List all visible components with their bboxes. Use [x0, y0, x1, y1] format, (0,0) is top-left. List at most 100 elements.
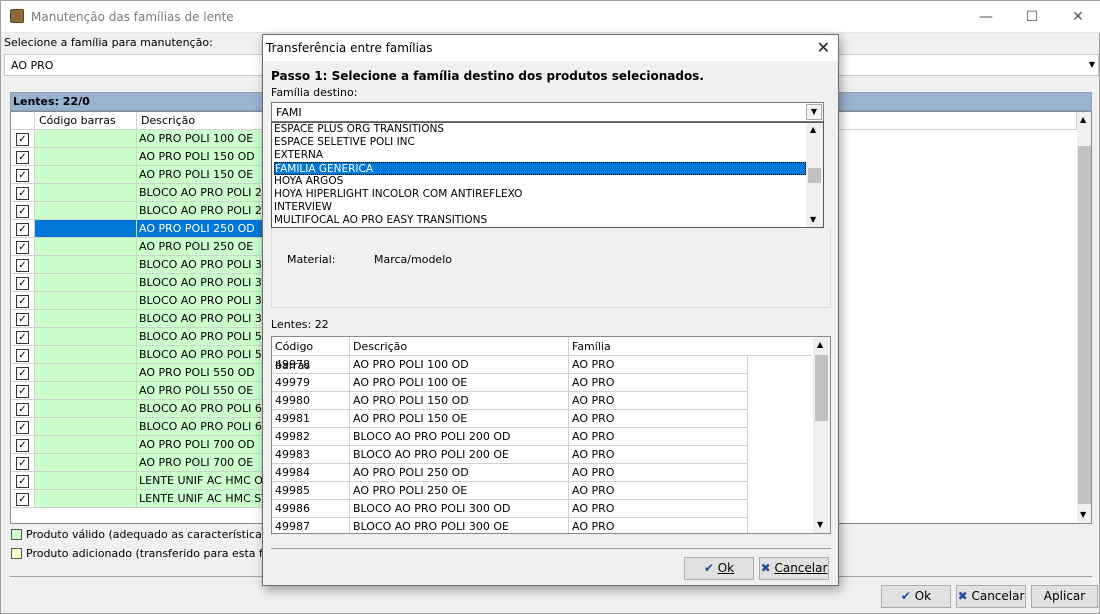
scroll-thumb[interactable]: [808, 168, 821, 183]
row-checkbox[interactable]: ✓: [16, 331, 29, 344]
row-checkbox-cell[interactable]: ✓: [11, 292, 35, 310]
row-checkbox[interactable]: ✓: [16, 367, 29, 380]
row-checkbox-cell[interactable]: ✓: [11, 238, 35, 256]
dgrid-scrollbar[interactable]: ▲ ▼: [813, 337, 830, 533]
row-checkbox-cell[interactable]: ✓: [11, 220, 35, 238]
dgrid-family: AO PRO: [569, 392, 748, 410]
row-checkbox[interactable]: ✓: [16, 385, 29, 398]
row-description: AO PRO POLI 550 OE: [137, 382, 267, 400]
row-checkbox-cell[interactable]: ✓: [11, 256, 35, 274]
minimize-button[interactable]: —: [963, 1, 1009, 33]
dropdown-option[interactable]: EXTERNA: [274, 149, 806, 162]
row-checkbox[interactable]: ✓: [16, 349, 29, 362]
table-row[interactable]: 49982 BLOCO AO PRO POLI 200 OD AO PRO: [272, 428, 748, 446]
dgrid-barcode: 49978: [272, 356, 350, 374]
row-checkbox[interactable]: ✓: [16, 475, 29, 488]
table-row[interactable]: 49985 AO PRO POLI 250 OE AO PRO: [272, 482, 748, 500]
table-row[interactable]: 49979 AO PRO POLI 100 OE AO PRO: [272, 374, 748, 392]
row-checkbox[interactable]: ✓: [16, 439, 29, 452]
row-description: AO PRO POLI 150 OE: [137, 166, 267, 184]
dgrid-header-barcode[interactable]: Código barras: [272, 337, 350, 372]
scroll-down-icon[interactable]: ▼: [1080, 510, 1086, 519]
dialog-lenses-grid[interactable]: Código barras Descrição Família 49978 AO …: [271, 336, 831, 534]
dialog-close-icon[interactable]: ✕: [817, 38, 830, 57]
close-button[interactable]: ✕: [1055, 1, 1100, 33]
scroll-up-icon[interactable]: ▲: [810, 125, 816, 134]
chevron-down-icon[interactable]: ▼: [1089, 60, 1095, 69]
row-checkbox[interactable]: ✓: [16, 295, 29, 308]
row-checkbox-cell[interactable]: ✓: [11, 400, 35, 418]
dropdown-option[interactable]: MULTIFOCAL AO PRO EASY TRANSITIONS: [274, 214, 806, 227]
row-checkbox-cell[interactable]: ✓: [11, 310, 35, 328]
row-checkbox-cell[interactable]: ✓: [11, 472, 35, 490]
row-checkbox[interactable]: ✓: [16, 457, 29, 470]
table-row[interactable]: 49978 AO PRO POLI 100 OD AO PRO: [272, 356, 748, 374]
grid-scrollbar[interactable]: ▲ ▼: [1077, 112, 1091, 523]
row-checkbox[interactable]: ✓: [16, 151, 29, 164]
row-checkbox[interactable]: ✓: [16, 133, 29, 146]
dropdown-option[interactable]: HOYA ARGOS: [274, 175, 806, 188]
maximize-button[interactable]: ☐: [1009, 1, 1055, 33]
dest-family-dropdown[interactable]: ESPACE PLUS ORG TRANSITIONS ESPACE SELETI…: [271, 122, 824, 228]
row-checkbox[interactable]: ✓: [16, 421, 29, 434]
cancel-button[interactable]: ✖ Cancelar: [956, 585, 1026, 608]
dialog-ok-button[interactable]: ✔ Ok: [684, 557, 754, 580]
row-description: AO PRO POLI 250 OE: [137, 238, 267, 256]
row-checkbox[interactable]: ✓: [16, 277, 29, 290]
row-checkbox-cell[interactable]: ✓: [11, 328, 35, 346]
row-checkbox[interactable]: ✓: [16, 313, 29, 326]
table-row[interactable]: 49983 BLOCO AO PRO POLI 200 OE AO PRO: [272, 446, 748, 464]
scroll-thumb[interactable]: [815, 355, 828, 421]
grid-header-barcode[interactable]: Código barras: [35, 112, 137, 130]
row-checkbox-cell[interactable]: ✓: [11, 418, 35, 436]
scroll-down-icon[interactable]: ▼: [810, 215, 816, 224]
dgrid-header-description[interactable]: Descrição: [350, 337, 569, 356]
scroll-up-icon[interactable]: ▲: [1080, 115, 1086, 124]
table-row[interactable]: 49986 BLOCO AO PRO POLI 300 OD AO PRO: [272, 500, 748, 518]
dropdown-option[interactable]: INTERVIEW: [274, 201, 806, 214]
family-select-label: Selecione a família para manutenção:: [4, 36, 213, 49]
table-row[interactable]: 49984 AO PRO POLI 250 OD AO PRO: [272, 464, 748, 482]
row-checkbox-cell[interactable]: ✓: [11, 148, 35, 166]
table-row[interactable]: 49981 AO PRO POLI 150 OE AO PRO: [272, 410, 748, 428]
scroll-up-icon[interactable]: ▲: [817, 340, 823, 349]
row-checkbox-cell[interactable]: ✓: [11, 436, 35, 454]
row-checkbox[interactable]: ✓: [16, 241, 29, 254]
scroll-down-icon[interactable]: ▼: [817, 520, 823, 529]
row-checkbox-cell[interactable]: ✓: [11, 130, 35, 148]
dropdown-option[interactable]: ESPACE PLUS ORG TRANSITIONS: [274, 123, 806, 136]
row-checkbox-cell[interactable]: ✓: [11, 274, 35, 292]
table-row[interactable]: 49987 BLOCO AO PRO POLI 300 OE AO PRO: [272, 518, 748, 533]
row-checkbox-cell[interactable]: ✓: [11, 346, 35, 364]
row-checkbox[interactable]: ✓: [16, 403, 29, 416]
dgrid-header-family[interactable]: Família: [569, 337, 812, 356]
apply-button[interactable]: Aplicar: [1031, 585, 1098, 608]
row-checkbox[interactable]: ✓: [16, 205, 29, 218]
scroll-thumb[interactable]: [1078, 146, 1091, 504]
dest-family-input[interactable]: FAMI ▼: [271, 102, 824, 122]
dialog-cancel-button[interactable]: ✖ Cancelar: [759, 557, 829, 580]
chevron-down-icon[interactable]: ▼: [806, 104, 822, 120]
table-row[interactable]: 49980 AO PRO POLI 150 OD AO PRO: [272, 392, 748, 410]
dropdown-option[interactable]: FAMILIA GENERICA: [274, 162, 806, 175]
dropdown-scrollbar[interactable]: ▲ ▼: [806, 123, 823, 227]
row-checkbox[interactable]: ✓: [16, 259, 29, 272]
row-checkbox-cell[interactable]: ✓: [11, 382, 35, 400]
dropdown-option[interactable]: ESPACE SELETIVE POLI INC: [274, 136, 806, 149]
row-checkbox-cell[interactable]: ✓: [11, 184, 35, 202]
row-checkbox[interactable]: ✓: [16, 187, 29, 200]
row-checkbox-cell[interactable]: ✓: [11, 202, 35, 220]
row-description: BLOCO AO PRO POLI 500: [137, 346, 267, 364]
row-checkbox-cell[interactable]: ✓: [11, 454, 35, 472]
dgrid-family: AO PRO: [569, 500, 748, 518]
ok-button[interactable]: ✔ Ok: [881, 585, 951, 608]
row-checkbox-cell[interactable]: ✓: [11, 490, 35, 508]
row-barcode: [35, 292, 137, 310]
row-barcode: [35, 454, 137, 472]
row-checkbox[interactable]: ✓: [16, 169, 29, 182]
row-checkbox-cell[interactable]: ✓: [11, 166, 35, 184]
row-checkbox-cell[interactable]: ✓: [11, 364, 35, 382]
row-checkbox[interactable]: ✓: [16, 223, 29, 236]
dropdown-option[interactable]: HOYA HIPERLIGHT INCOLOR COM ANTIREFLEXO: [274, 188, 806, 201]
row-checkbox[interactable]: ✓: [16, 493, 29, 506]
